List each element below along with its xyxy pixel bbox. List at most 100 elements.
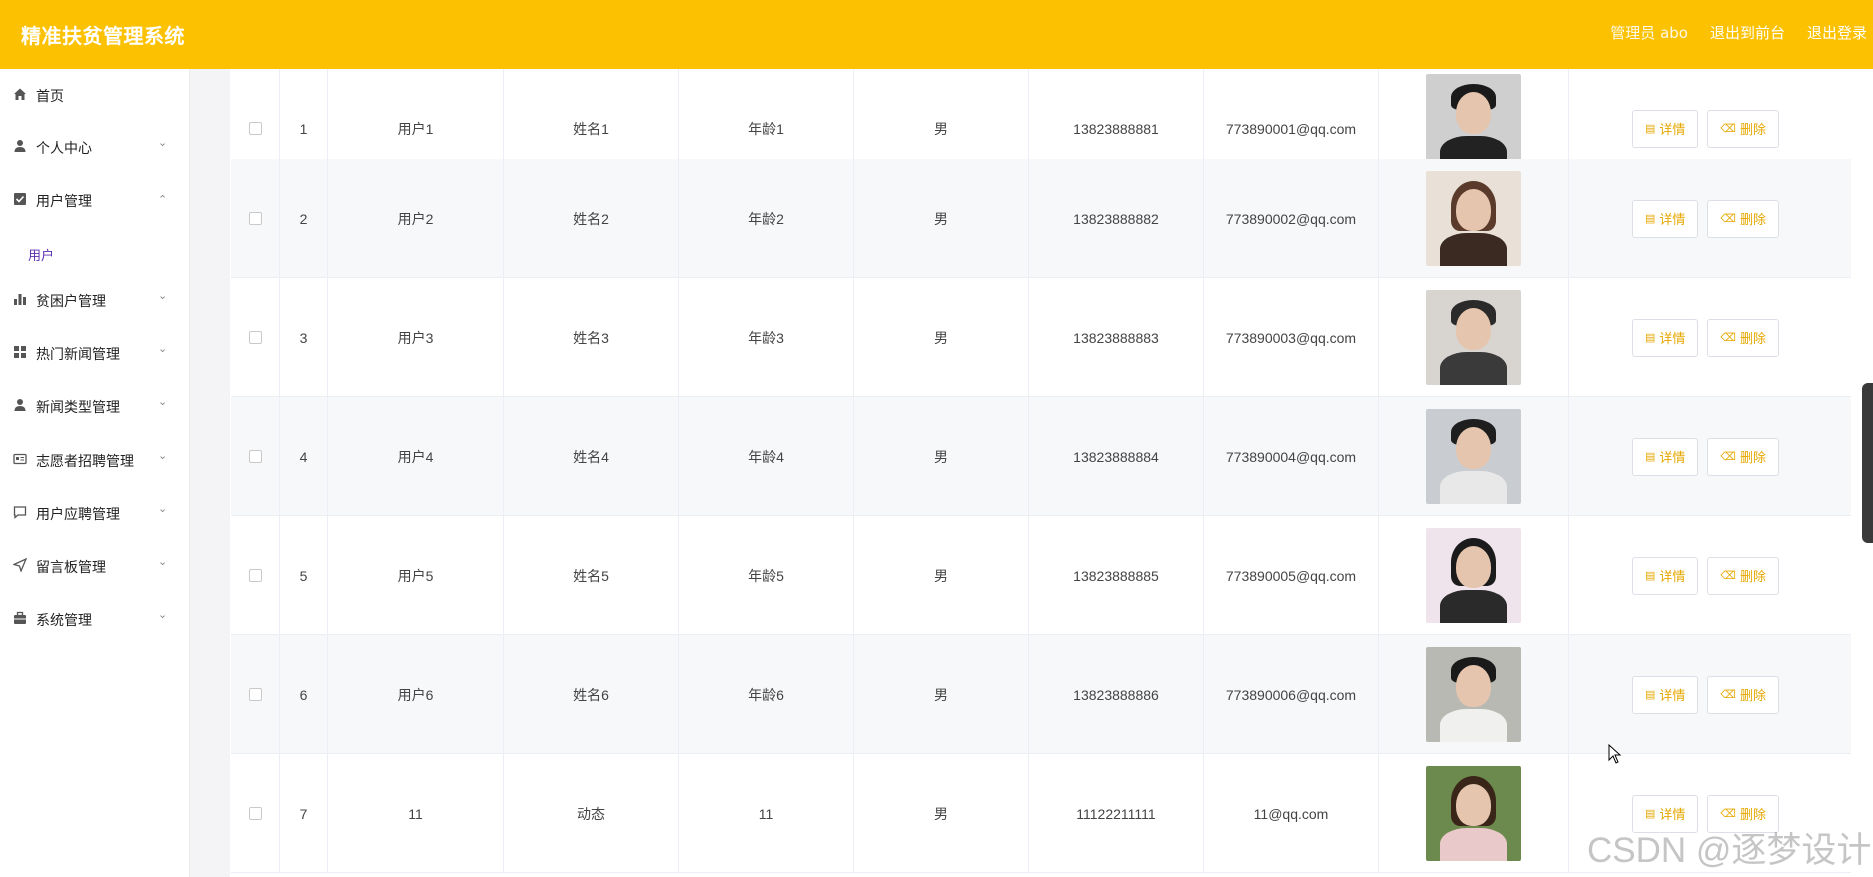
sidebar-item-message-board[interactable]: 留言板管理 ⌄ (0, 549, 190, 583)
email-cell: 773890006@qq.com (1203, 635, 1378, 754)
user-avatar (1426, 171, 1521, 266)
user-avatar (1426, 409, 1521, 504)
sidebar-item-hot-news[interactable]: 热门新闻管理 ⌄ (0, 336, 190, 370)
app-title: 精准扶贫管理系统 (21, 24, 185, 48)
phone-cell: 13823888882 (1028, 159, 1203, 278)
sidebar-item-users[interactable]: 用户管理 ⌃ (0, 183, 190, 217)
age-cell: 年龄4 (678, 397, 853, 516)
row-checkbox[interactable] (248, 807, 262, 820)
sidebar-item-personal[interactable]: 个人中心 ⌄ (0, 130, 190, 164)
logout-link[interactable]: 退出登录 (1807, 22, 1867, 43)
actions-cell: ▤ 详情 ⌫ 删除 (1568, 278, 1851, 397)
delete-button[interactable]: ⌫ 删除 (1707, 199, 1779, 238)
chevron-up-icon: ⌃ (158, 193, 168, 206)
phone-cell: 13823888883 (1028, 278, 1203, 397)
index-cell: 4 (279, 397, 327, 516)
sidebar-item-home[interactable]: 首页 (0, 78, 190, 112)
sidebar-item-label: 个人中心 (36, 141, 92, 157)
delete-button[interactable]: ⌫ 删除 (1707, 437, 1779, 476)
submenu-item-user[interactable]: 用户 (28, 245, 54, 264)
gender-cell: 男 (853, 159, 1028, 278)
actions-cell: ▤ 详情 ⌫ 删除 (1568, 159, 1851, 278)
trash-icon: ⌫ (1720, 570, 1736, 582)
email-cell: 773890003@qq.com (1203, 278, 1378, 397)
gender-cell: 男 (853, 278, 1028, 397)
chat-icon (12, 505, 28, 521)
delete-button[interactable]: ⌫ 删除 (1707, 675, 1779, 714)
account-cell: 用户3 (327, 278, 503, 397)
check-square-icon (12, 192, 28, 208)
detail-button[interactable]: ▤ 详情 (1632, 556, 1699, 595)
bar-chart-icon (12, 292, 28, 308)
delete-button[interactable]: ⌫ 删除 (1707, 556, 1779, 595)
gender-cell: 男 (853, 754, 1028, 873)
name-cell: 动态 (503, 754, 678, 873)
row-checkbox[interactable] (248, 212, 262, 225)
detail-button[interactable]: ▤ 详情 (1632, 437, 1699, 476)
avatar-cell (1378, 397, 1568, 516)
chevron-down-icon: ⌄ (158, 289, 168, 302)
trash-icon: ⌫ (1720, 123, 1736, 135)
user-icon (12, 139, 28, 155)
gender-cell: 男 (853, 397, 1028, 516)
sidebar-item-poor-households[interactable]: 贫困户管理 ⌄ (0, 283, 190, 317)
row-checkbox-cell (231, 397, 279, 516)
user-avatar (1426, 528, 1521, 623)
sidebar-item-label: 热门新闻管理 (36, 347, 120, 363)
phone-cell: 11122211111 (1028, 754, 1203, 873)
detail-button[interactable]: ▤ 详情 (1632, 199, 1699, 238)
row-checkbox[interactable] (248, 450, 262, 463)
account-cell: 用户5 (327, 516, 503, 635)
detail-button[interactable]: ▤ 详情 (1632, 318, 1699, 357)
avatar-cell (1378, 754, 1568, 873)
row-checkbox[interactable] (248, 331, 262, 344)
phone-cell: 13823888886 (1028, 635, 1203, 754)
document-icon: ▤ (1645, 808, 1656, 820)
account-cell: 用户6 (327, 635, 503, 754)
chevron-down-icon: ⌄ (158, 342, 168, 355)
index-cell: 2 (279, 159, 327, 278)
avatar-cell (1378, 635, 1568, 754)
content-gutter (190, 69, 230, 877)
row-checkbox-cell (231, 516, 279, 635)
document-icon: ▤ (1645, 570, 1656, 582)
briefcase-icon (12, 611, 28, 627)
chevron-down-icon: ⌄ (158, 502, 168, 515)
email-cell: 11@qq.com (1203, 754, 1378, 873)
row-checkbox[interactable] (248, 122, 262, 135)
name-cell: 姓名2 (503, 159, 678, 278)
name-cell: 姓名5 (503, 516, 678, 635)
row-checkbox-cell (231, 754, 279, 873)
phone-cell: 13823888885 (1028, 516, 1203, 635)
detail-button[interactable]: ▤ 详情 (1632, 675, 1699, 714)
sidebar-item-system[interactable]: 系统管理 ⌄ (0, 602, 190, 636)
top-header: 精准扶贫管理系统 管理员 abo 退出到前台 退出登录 (0, 0, 1873, 69)
sidebar-item-label: 首页 (36, 89, 64, 105)
delete-button[interactable]: ⌫ 删除 (1707, 318, 1779, 357)
age-cell: 年龄3 (678, 278, 853, 397)
sidebar-item-label: 用户应聘管理 (36, 507, 120, 523)
vertical-scrollbar[interactable] (1862, 383, 1873, 543)
account-cell: 11 (327, 754, 503, 873)
table-row: 6 用户6 姓名6 年龄6 男 13823888886 773890006@qq… (231, 635, 1851, 754)
delete-button[interactable]: ⌫ 删除 (1707, 109, 1779, 148)
detail-button[interactable]: ▤ 详情 (1632, 109, 1699, 148)
email-cell: 773890002@qq.com (1203, 159, 1378, 278)
row-checkbox[interactable] (248, 569, 262, 582)
gender-cell: 男 (853, 635, 1028, 754)
document-icon: ▤ (1645, 689, 1656, 701)
sidebar-item-applications[interactable]: 用户应聘管理 ⌄ (0, 496, 190, 530)
sidebar-item-news-type[interactable]: 新闻类型管理 ⌄ (0, 389, 190, 423)
trash-icon: ⌫ (1720, 213, 1736, 225)
sidebar-item-volunteer[interactable]: 志愿者招聘管理 ⌄ (0, 443, 190, 477)
avatar-cell (1378, 159, 1568, 278)
front-link[interactable]: 退出到前台 (1710, 22, 1785, 43)
actions-cell: ▤ 详情 ⌫ 删除 (1568, 635, 1851, 754)
chevron-down-icon: ⌄ (158, 555, 168, 568)
table-row: 4 用户4 姓名4 年龄4 男 13823888884 773890004@qq… (231, 397, 1851, 516)
age-cell: 年龄2 (678, 159, 853, 278)
age-cell: 11 (678, 754, 853, 873)
row-checkbox[interactable] (248, 688, 262, 701)
trash-icon: ⌫ (1720, 451, 1736, 463)
user-avatar (1426, 766, 1521, 861)
